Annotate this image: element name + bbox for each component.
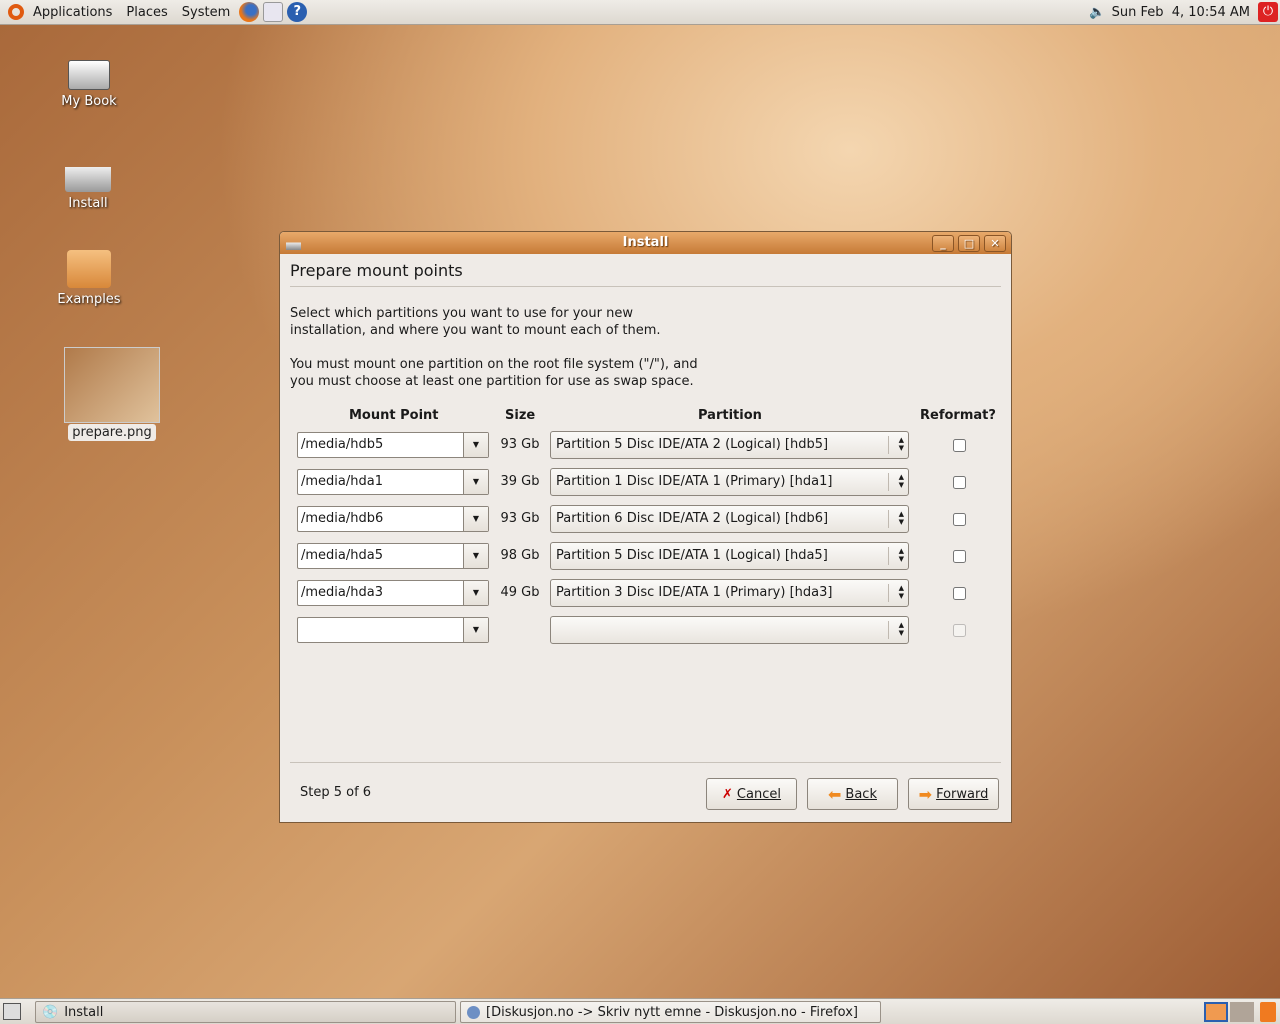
- mount-point-combo[interactable]: /media/hda1 ▼: [297, 469, 489, 495]
- partition-select[interactable]: Partition 5 Disc IDE/ATA 1 (Logical) [hd…: [550, 542, 909, 570]
- mount-point-value[interactable]: /media/hda5: [301, 548, 383, 563]
- title-bar[interactable]: Install _ □ ✕: [280, 232, 1011, 254]
- menu-places[interactable]: Places: [119, 5, 174, 20]
- partition-select[interactable]: Partition 3 Disc IDE/ATA 1 (Primary) [hd…: [550, 579, 909, 607]
- trash-icon[interactable]: [1260, 1002, 1276, 1022]
- reformat-checkbox[interactable]: [953, 587, 966, 600]
- partition-select[interactable]: Partition 1 Disc IDE/ATA 1 (Primary) [hd…: [550, 468, 909, 496]
- mount-point-combo[interactable]: /media/hda5 ▼: [297, 543, 489, 569]
- updown-arrows-icon: ▲ ▼: [888, 473, 904, 491]
- cancel-button[interactable]: ✗ Cancel: [706, 778, 797, 810]
- bottom-panel: 💿 Install [Diskusjon.no -> Skriv nytt emn…: [0, 998, 1280, 1024]
- mount-point-combo[interactable]: /media/hdb6 ▼: [297, 506, 489, 532]
- icon-label: Examples: [57, 292, 121, 307]
- reformat-checkbox[interactable]: [953, 476, 966, 489]
- updown-arrows-icon: ▲ ▼: [888, 621, 904, 639]
- firefox-icon[interactable]: [239, 2, 260, 22]
- col-size: Size: [505, 408, 536, 423]
- mount-point-combo[interactable]: ▼: [297, 617, 489, 643]
- updown-arrows-icon: ▲ ▼: [888, 510, 904, 528]
- size-value: 98 Gb: [500, 548, 540, 563]
- taskbar-item-firefox[interactable]: [Diskusjon.no -> Skriv nytt emne - Disku…: [460, 1001, 881, 1023]
- partition-value: Partition 3 Disc IDE/ATA 1 (Primary) [hd…: [556, 585, 833, 600]
- forward-button[interactable]: ➡ Forward: [908, 778, 999, 810]
- chevron-down-icon[interactable]: ▼: [463, 507, 488, 531]
- menu-applications[interactable]: Applications: [26, 5, 119, 20]
- partition-select[interactable]: Partition 5 Disc IDE/ATA 2 (Logical) [hd…: [550, 431, 909, 459]
- divider: [290, 286, 1001, 287]
- col-partition: Partition: [698, 408, 762, 423]
- image-thumbnail: [64, 347, 160, 423]
- clock[interactable]: Sun Feb 4, 10:54 AM: [1112, 5, 1250, 20]
- icon-label: My Book: [61, 94, 117, 109]
- arrow-right-icon: ➡: [918, 784, 933, 804]
- globe-icon: [467, 1005, 480, 1019]
- top-panel: Applications Places System ? 🔈 Sun Feb 4…: [0, 0, 1280, 25]
- chevron-down-icon[interactable]: ▼: [463, 433, 488, 457]
- desktop-icon-install[interactable]: Install: [38, 150, 138, 211]
- chevron-down-icon[interactable]: ▼: [463, 618, 488, 642]
- taskbar-item-install[interactable]: 💿 Install: [35, 1001, 456, 1023]
- mail-icon[interactable]: [263, 2, 284, 22]
- updown-arrows-icon: ▲ ▼: [888, 547, 904, 565]
- folder-icon: [67, 250, 111, 288]
- volume-icon[interactable]: 🔈: [1089, 5, 1105, 20]
- col-mount-point: Mount Point: [349, 408, 439, 423]
- help-icon[interactable]: ?: [287, 2, 308, 22]
- mount-point-combo[interactable]: /media/hda3 ▼: [297, 580, 489, 606]
- chevron-down-icon[interactable]: ▼: [463, 470, 488, 494]
- maximize-button[interactable]: □: [958, 235, 980, 252]
- size-value: 49 Gb: [500, 585, 540, 600]
- shutdown-icon[interactable]: ⏻: [1258, 2, 1278, 22]
- app-icon: [286, 236, 301, 250]
- icon-label: prepare.png: [68, 424, 156, 441]
- reformat-checkbox[interactable]: [953, 624, 966, 637]
- menu-system[interactable]: System: [175, 5, 237, 20]
- desktop-icon-examples[interactable]: Examples: [39, 250, 139, 307]
- show-desktop-button[interactable]: [3, 1003, 21, 1020]
- arrow-left-icon: ⬅: [828, 784, 842, 804]
- partition-value: Partition 5 Disc IDE/ATA 2 (Logical) [hd…: [556, 437, 829, 452]
- size-value: 93 Gb: [500, 511, 540, 526]
- reformat-checkbox[interactable]: [953, 439, 966, 452]
- updown-arrows-icon: ▲ ▼: [888, 584, 904, 602]
- partition-select[interactable]: ▲ ▼: [550, 616, 909, 644]
- mount-point-value[interactable]: /media/hda3: [301, 585, 383, 600]
- back-button[interactable]: ⬅ Back: [807, 778, 898, 810]
- col-reformat: Reformat?: [920, 408, 996, 423]
- install-dialog: Install _ □ ✕ Prepare mount points Selec…: [279, 231, 1012, 823]
- mount-point-value[interactable]: /media/hdb6: [301, 511, 383, 526]
- drive-icon: [68, 60, 110, 90]
- installer-icon: 💿: [42, 1004, 59, 1020]
- chevron-down-icon[interactable]: ▼: [463, 544, 488, 568]
- page-title: Prepare mount points: [290, 261, 463, 280]
- reformat-checkbox[interactable]: [953, 513, 966, 526]
- close-button[interactable]: ✕: [984, 235, 1006, 252]
- size-value: 39 Gb: [500, 474, 540, 489]
- reformat-checkbox[interactable]: [953, 550, 966, 563]
- cancel-icon: ✗: [722, 786, 733, 802]
- workspace-2[interactable]: [1230, 1002, 1254, 1022]
- mount-point-value[interactable]: /media/hdb5: [301, 437, 383, 452]
- partition-value: Partition 6 Disc IDE/ATA 2 (Logical) [hd…: [556, 511, 829, 526]
- step-indicator: Step 5 of 6: [300, 785, 372, 800]
- updown-arrows-icon: ▲ ▼: [888, 436, 904, 454]
- divider: [290, 762, 1001, 763]
- icon-label: Install: [68, 196, 108, 211]
- workspace-1[interactable]: [1204, 1002, 1228, 1022]
- desktop-icon-my-book[interactable]: My Book: [39, 55, 139, 109]
- ubuntu-logo-icon[interactable]: [8, 4, 24, 20]
- partition-select[interactable]: Partition 6 Disc IDE/ATA 2 (Logical) [hd…: [550, 505, 909, 533]
- partition-value: Partition 5 Disc IDE/ATA 1 (Logical) [hd…: [556, 548, 828, 563]
- chevron-down-icon[interactable]: ▼: [463, 581, 488, 605]
- size-value: 93 Gb: [500, 437, 540, 452]
- installer-icon: [65, 150, 111, 192]
- partition-value: Partition 1 Disc IDE/ATA 1 (Primary) [hd…: [556, 474, 833, 489]
- desktop-icon-prepare-png[interactable]: prepare.png: [62, 347, 162, 441]
- window-title: Install: [622, 235, 669, 250]
- minimize-button[interactable]: _: [932, 235, 954, 252]
- mount-point-value[interactable]: /media/hda1: [301, 474, 383, 489]
- instructions: Select which partitions you want to use …: [290, 306, 698, 389]
- mount-point-combo[interactable]: /media/hdb5 ▼: [297, 432, 489, 458]
